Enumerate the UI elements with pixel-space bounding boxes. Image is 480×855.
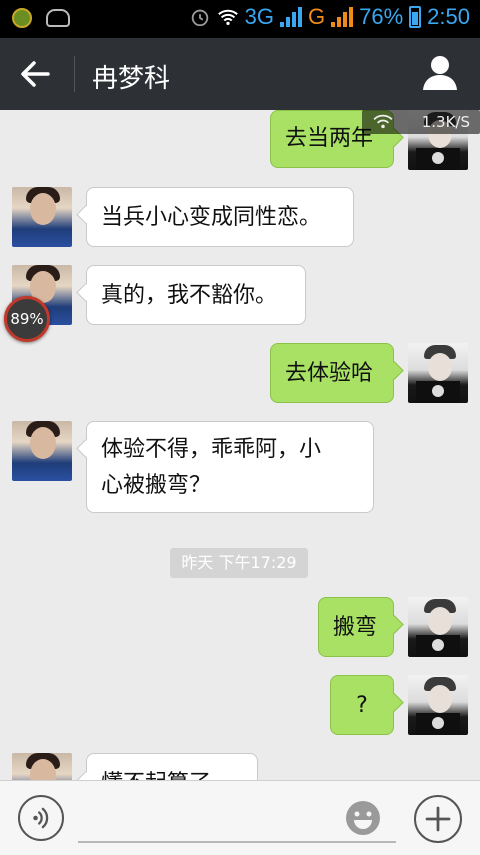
profile-icon[interactable] bbox=[420, 52, 460, 92]
wifi-icon bbox=[373, 114, 393, 129]
battery-percentage: 76% bbox=[359, 4, 404, 29]
network-3g-label: 3G bbox=[244, 4, 274, 29]
message-timestamp: 昨天 下午17:29 bbox=[170, 548, 308, 578]
progress-badge[interactable]: 89% bbox=[4, 296, 50, 342]
my-avatar[interactable] bbox=[408, 343, 468, 403]
network-g-label: G bbox=[308, 4, 326, 29]
network-speed-value: 1.3K/S bbox=[421, 113, 470, 131]
clock: 2:50 bbox=[427, 4, 470, 29]
input-bar bbox=[0, 780, 480, 855]
app-notification-icon bbox=[12, 8, 32, 28]
message-bubble[interactable]: 真的，我不豁你。 bbox=[86, 265, 306, 325]
network-speed-overlay: 1.3K/S bbox=[362, 110, 480, 134]
message-bubble[interactable]: 搬弯 bbox=[318, 597, 394, 657]
status-bar: 3G G 76% 2:50 bbox=[0, 0, 480, 38]
message-bubble[interactable]: 体验不得，乖乖阿，小心被搬弯？ bbox=[86, 421, 374, 513]
voice-input-icon[interactable] bbox=[18, 795, 64, 841]
header-divider bbox=[74, 56, 75, 92]
battery-icon bbox=[409, 6, 422, 28]
signal-g-icon bbox=[331, 7, 354, 27]
alarm-icon bbox=[191, 9, 208, 27]
chat-header: 冉梦科 bbox=[0, 38, 480, 110]
message-bubble[interactable]: ? bbox=[330, 675, 394, 735]
contact-avatar[interactable] bbox=[12, 187, 72, 247]
more-options-icon[interactable] bbox=[414, 795, 462, 843]
message-bubble[interactable]: 当兵小心变成同性恋。 bbox=[86, 187, 354, 247]
emoji-icon[interactable] bbox=[344, 799, 382, 837]
signal-3g-icon bbox=[280, 7, 302, 27]
wifi-icon bbox=[217, 9, 238, 26]
back-arrow-icon[interactable] bbox=[18, 58, 54, 90]
my-avatar[interactable] bbox=[408, 597, 468, 657]
contact-avatar[interactable] bbox=[12, 421, 72, 481]
my-avatar[interactable] bbox=[408, 675, 468, 735]
contact-name: 冉梦科 bbox=[92, 64, 171, 94]
message-bubble[interactable]: 去体验哈 bbox=[270, 343, 394, 403]
cloud-icon bbox=[46, 9, 70, 27]
